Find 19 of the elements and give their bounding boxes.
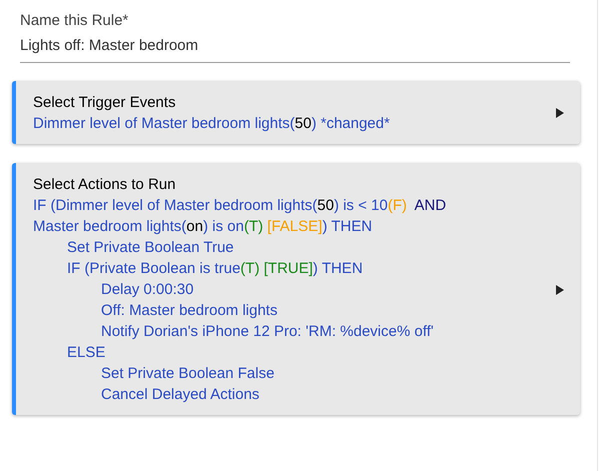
- rule-line: IF (Private Boolean is true(T) [TRUE]) THEN: [67, 260, 363, 277]
- section-title: Select Trigger Events: [33, 94, 176, 111]
- field-label: Name this Rule*: [20, 11, 130, 31]
- rule-line: Set Private Boolean False: [101, 365, 274, 382]
- rule-line: Delay 0:00:30: [101, 281, 194, 298]
- section-title: Select Actions to Run: [33, 176, 176, 193]
- rule-line: Dimmer level of Master bedroom lights(50) *changed*: [33, 115, 390, 132]
- expand-arrow-icon[interactable]: [556, 284, 564, 294]
- section-card[interactable]: Select Trigger Events Dimmer level of Master bedroom lights(50) *changed*: [12, 81, 580, 144]
- expand-arrow-icon[interactable]: [556, 108, 564, 118]
- rule-line: ELSE: [67, 344, 106, 361]
- rule-line: Cancel Delayed Actions: [101, 386, 260, 403]
- rule-line: IF (Dimmer level of Master bedroom lights(50) is < 10(F) AND: [33, 197, 446, 214]
- rule-line: Notify Dorian's iPhone 12 Pro: 'RM: %device% off': [101, 323, 434, 340]
- rule-line: Off: Master bedroom lights: [101, 302, 278, 319]
- rule-line: Master bedroom lights(on) is on(T) [FALSE]) THEN: [33, 218, 372, 235]
- section-card[interactable]: [12, 163, 580, 415]
- rule-line: Set Private Boolean True: [67, 239, 234, 256]
- rule-name-field[interactable]: Lights off: Master bedroom: [20, 34, 570, 58]
